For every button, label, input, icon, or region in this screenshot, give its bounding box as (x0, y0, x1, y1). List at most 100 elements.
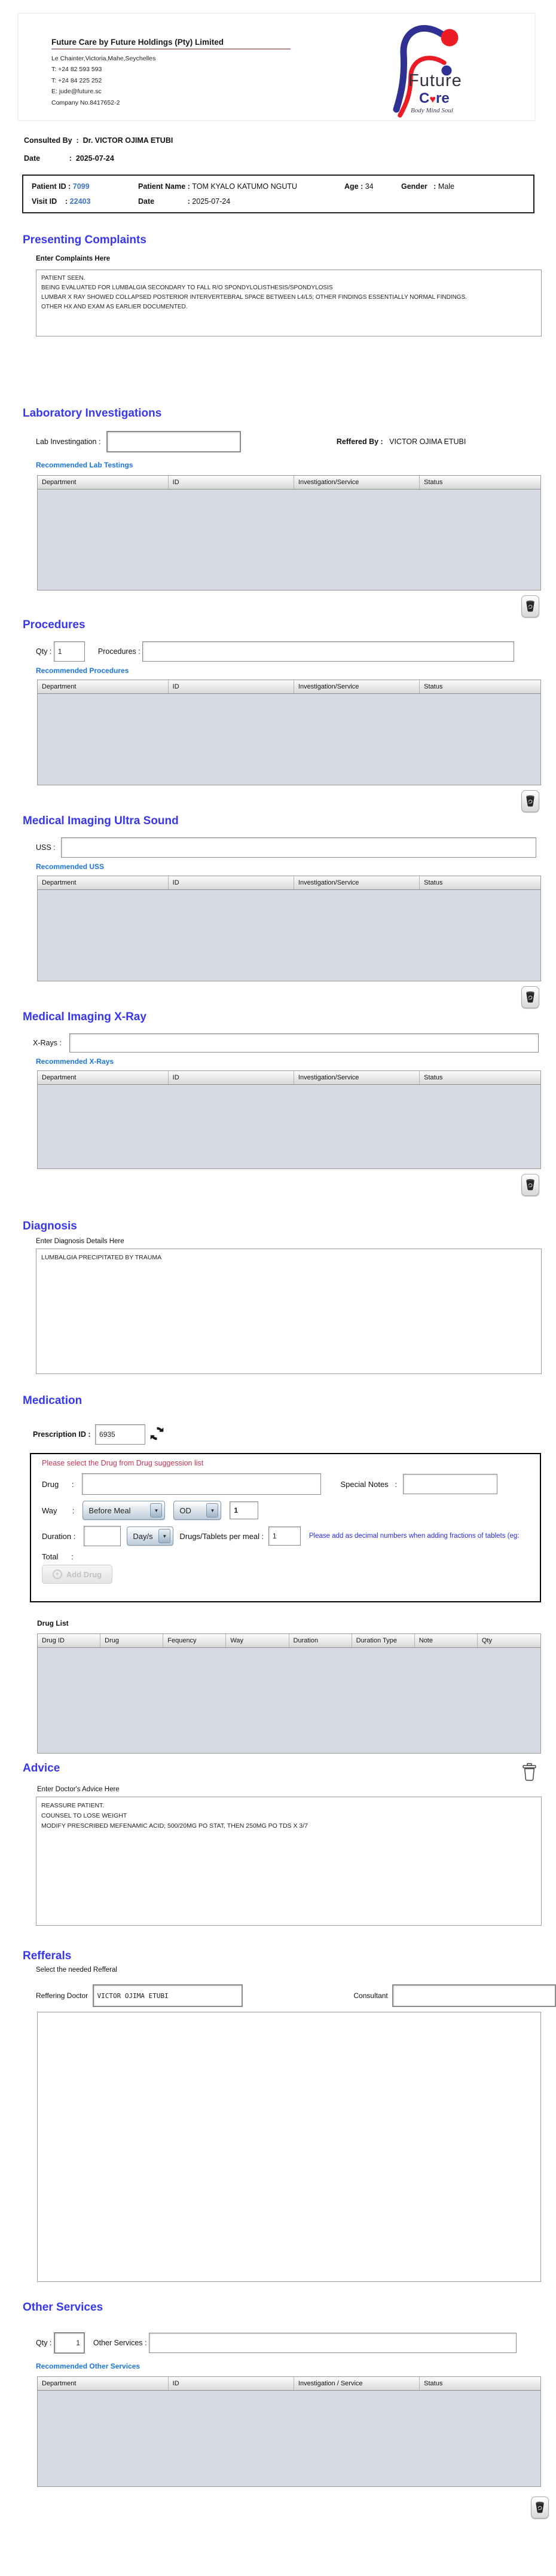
uss-col-id: ID (169, 876, 294, 889)
procedures-delete-button[interactable] (521, 790, 539, 812)
uss-input[interactable] (61, 837, 536, 858)
procedures-input[interactable] (142, 641, 514, 662)
special-notes-label: Special Notes : (340, 1480, 397, 1489)
plus-icon: + (53, 1570, 62, 1579)
frequency-select[interactable]: OD ▼ (173, 1501, 221, 1520)
complaints-textarea[interactable]: PATIENT SEEN. BEING EVALUATED FOR LUMBAL… (36, 270, 542, 336)
procedures-qty-input[interactable] (54, 641, 85, 662)
uss-trash-row (0, 986, 539, 1008)
prescription-id-input[interactable] (95, 1424, 145, 1445)
lab-delete-button[interactable] (521, 595, 539, 617)
consulted-by-label: Consulted By : (24, 136, 83, 145)
company-address: Le Chainter,Victoria,Mahe,Seychelles (51, 53, 291, 64)
advice-header-row: Advice (0, 1762, 538, 1783)
section-title-other-services: Other Services (23, 2301, 556, 2314)
gender-label: Gender : (401, 182, 438, 191)
patient-gender-cell: Gender : Male (401, 182, 525, 191)
visit-id-value: 22403 (70, 197, 91, 206)
lab-investigation-input[interactable] (106, 431, 241, 452)
drug-label: Drug : (42, 1480, 74, 1489)
prescription-refresh-button[interactable] (149, 1425, 165, 1443)
other-services-delete-button[interactable] (531, 2497, 549, 2519)
patient-id-value: 7099 (73, 182, 90, 191)
xray-col-service: Investigation/Service (294, 1071, 420, 1084)
reffering-doctor-label: Reffering Doctor (36, 1991, 90, 2000)
total-label: Total : (42, 1552, 74, 1561)
add-drug-button[interactable]: + Add Drug (42, 1565, 112, 1584)
drug-col-duration: Duration (289, 1634, 352, 1647)
procedures-qty-label: Qty : (36, 647, 54, 656)
drug-suggestion-hint: Please select the Drug from Drug suggess… (42, 1459, 540, 1467)
visit-date-value: 2025-07-24 (192, 197, 230, 206)
uss-table-header-row: Department ID Investigation/Service Stat… (38, 876, 540, 890)
other-services-qty-label: Qty : (36, 2339, 54, 2347)
logo-tagline: Body Mind Soul (411, 107, 453, 114)
duration-unit-value: Day/s (133, 1532, 152, 1541)
other-services-table-header-row: Department ID Investigation / Service St… (38, 2377, 540, 2391)
trash-icon (535, 2501, 545, 2514)
decimal-fraction-note: Please add as decimal numbers when addin… (309, 1532, 540, 1540)
diagnosis-label: Enter Diagnosis Details Here (36, 1238, 556, 1245)
drug-col-way: Way (226, 1634, 289, 1647)
other-col-id: ID (169, 2377, 294, 2390)
trash-icon (526, 990, 535, 1004)
other-services-field-row: Qty : Other Services : (36, 2332, 556, 2354)
xray-delete-button[interactable] (521, 1174, 539, 1196)
add-drug-label: Add Drug (66, 1570, 102, 1579)
advice-textarea[interactable]: REASSURE PATIENT. COUNSEL TO LOSE WEIGHT… (36, 1797, 542, 1926)
other-col-service: Investigation / Service (294, 2377, 420, 2390)
special-notes-input[interactable] (403, 1474, 497, 1494)
other-services-label: Other Services : (93, 2339, 149, 2347)
visit-id-label: Visit ID : (32, 197, 70, 206)
company-phone-2: T: +24 84 225 252 (51, 75, 291, 86)
reffering-doctor-input[interactable] (93, 1984, 243, 2007)
uss-delete-button[interactable] (521, 986, 539, 1008)
procedures-col-status: Status (420, 680, 540, 693)
recommended-lab-label: Recommended Lab Testings (36, 461, 556, 469)
lab-investigation-row: Lab Investingation : Reffered By : VICTO… (36, 431, 556, 452)
consultant-input[interactable] (392, 1984, 556, 2007)
section-title-refferals: Refferals (23, 1950, 556, 1963)
age-label: Age : (344, 182, 365, 191)
per-meal-input[interactable] (268, 1526, 301, 1546)
xray-trash-row (0, 1174, 539, 1196)
other-col-status: Status (420, 2377, 540, 2390)
lab-col-id: ID (169, 476, 294, 489)
consult-date-row: Date : 2025-07-24 (24, 154, 556, 163)
chevron-down-icon: ▼ (150, 1503, 162, 1518)
refferal-fields-row: Reffering Doctor Consultant (36, 1984, 556, 2007)
refferal-select-label: Select the needed Refferal (36, 1966, 556, 1974)
prescription-id-label: Prescription ID : (33, 1430, 93, 1439)
logo-care-c: C (419, 90, 429, 106)
xray-col-status: Status (420, 1071, 540, 1084)
medication-entry-box: Please select the Drug from Drug suggess… (30, 1453, 541, 1602)
recommended-procedures-table: Department ID Investigation/Service Stat… (37, 680, 541, 785)
xray-field-row: X-Rays : (33, 1033, 556, 1053)
way-count-input[interactable] (230, 1501, 258, 1519)
duration-unit-select[interactable]: Day/s ▼ (127, 1526, 173, 1546)
other-services-qty-input[interactable] (54, 2332, 85, 2354)
advice-delete-button[interactable] (520, 1762, 538, 1783)
way-select[interactable]: Before Meal ▼ (83, 1501, 165, 1520)
logo-word-future: Future (408, 71, 462, 91)
patient-age-cell: Age : 34 (344, 182, 401, 191)
lab-table-body (38, 489, 540, 590)
frequency-select-value: OD (179, 1506, 191, 1515)
other-services-input[interactable] (149, 2333, 517, 2353)
procedures-label: Procedures : (98, 647, 142, 656)
duration-input[interactable] (84, 1526, 121, 1546)
procedures-table-header-row: Department ID Investigation/Service Stat… (38, 680, 540, 694)
other-services-trash-row (0, 2497, 549, 2519)
section-title-procedures: Procedures (23, 619, 556, 632)
procedures-field-row: Qty : Procedures : (36, 641, 556, 662)
reffered-by-value: VICTOR OJIMA ETUBI (389, 438, 466, 446)
patient-info-box: Patient ID : 7099 Patient Name : TOM KYA… (22, 175, 534, 213)
bottom-spacer (0, 2519, 556, 2543)
section-title-advice: Advice (23, 1762, 60, 1775)
drug-input[interactable] (82, 1473, 321, 1495)
xray-input[interactable] (69, 1033, 539, 1053)
consultant-label: Consultant (353, 1991, 390, 2000)
diagnosis-textarea[interactable]: LUMBALGIA PRECIPITATED BY TRAUMA (36, 1249, 542, 1374)
way-label: Way : (42, 1506, 74, 1515)
way-row: Way : Before Meal ▼ OD ▼ (42, 1501, 540, 1520)
